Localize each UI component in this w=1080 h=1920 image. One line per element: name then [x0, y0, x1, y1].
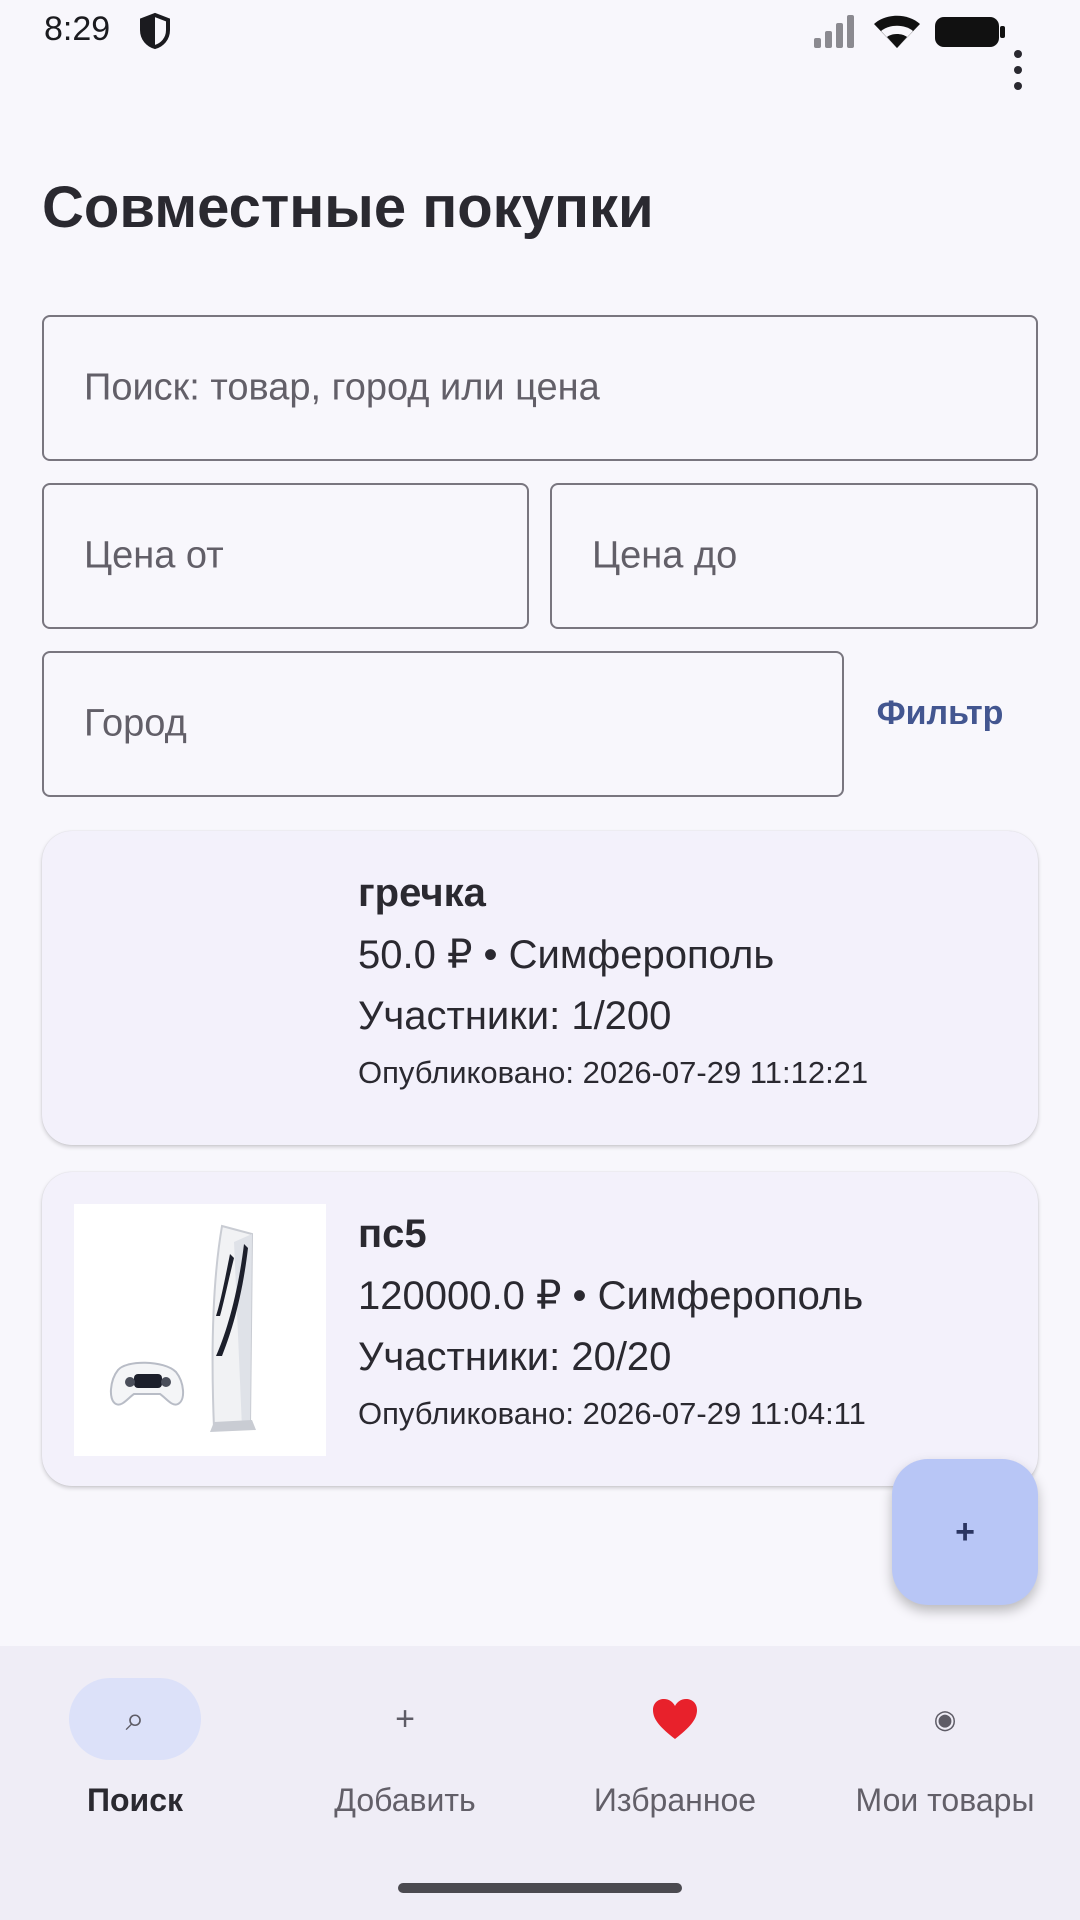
- listing-members: Участники: 20/20: [358, 1335, 672, 1379]
- price-to-input[interactable]: Цена до: [550, 483, 1038, 629]
- city-input[interactable]: Город: [42, 651, 844, 797]
- page-title: Совместные покупки: [42, 175, 654, 240]
- status-bar: 8:29: [0, 0, 1080, 90]
- city-placeholder: Город: [84, 702, 187, 745]
- plus-icon: +: [395, 1700, 415, 1738]
- listing-published: Опубликовано: 2026-07-29 11:04:11: [358, 1396, 866, 1431]
- filter-button[interactable]: Фильтр: [858, 688, 1022, 738]
- nav-label: Добавить: [334, 1782, 476, 1818]
- overflow-menu-icon[interactable]: [1004, 48, 1032, 92]
- listing-card[interactable]: гречка 50.0 ₽ • Симферополь Участники: 1…: [42, 831, 1038, 1145]
- shield-icon: [140, 12, 170, 50]
- heart-icon: [540, 1692, 810, 1746]
- console-image: [110, 1224, 256, 1432]
- home-indicator[interactable]: [398, 1883, 682, 1893]
- search-input[interactable]: Поиск: товар, город или цена: [42, 315, 1038, 461]
- search-placeholder: Поиск: товар, город или цена: [84, 366, 600, 409]
- listing-price-city: 50.0 ₽ • Симферополь: [358, 933, 775, 977]
- wifi-icon: [874, 15, 920, 48]
- add-fab-button[interactable]: +: [892, 1459, 1038, 1605]
- listing-title: пс5: [358, 1212, 427, 1256]
- nav-label: Поиск: [86, 1782, 184, 1818]
- listing-published: Опубликовано: 2026-07-29 11:12:21: [358, 1055, 869, 1090]
- price-to-placeholder: Цена до: [592, 534, 738, 577]
- search-icon: ⌕: [125, 1700, 145, 1738]
- bottom-navigation: ⌕ Поиск + Добавить Избранное ◉ Мои товар…: [0, 1646, 1080, 1920]
- price-from-input[interactable]: Цена от: [42, 483, 529, 629]
- nav-label: Мои товары: [855, 1782, 1035, 1818]
- listing-price-city: 120000.0 ₽ • Симферополь: [358, 1274, 864, 1318]
- nav-label: Избранное: [593, 1782, 757, 1818]
- battery-icon: [935, 17, 1005, 47]
- nav-item-search[interactable]: ⌕ Поиск: [0, 1676, 270, 1826]
- nav-item-add[interactable]: + Добавить: [270, 1676, 540, 1826]
- listing-members: Участники: 1/200: [358, 994, 672, 1038]
- status-time: 8:29: [44, 10, 111, 48]
- listing-image-placeholder: [74, 863, 326, 1115]
- nav-item-my-items[interactable]: ◉ Мои товары: [810, 1676, 1080, 1826]
- signal-icon: [814, 15, 854, 48]
- price-from-placeholder: Цена от: [84, 534, 224, 577]
- listing-image: [74, 1204, 326, 1456]
- radio-dot-icon: ◉: [933, 1704, 957, 1734]
- nav-item-favorites[interactable]: Избранное: [540, 1676, 810, 1826]
- listing-card[interactable]: пс5 120000.0 ₽ • Симферополь Участники: …: [42, 1172, 1038, 1486]
- listing-title: гречка: [358, 871, 486, 915]
